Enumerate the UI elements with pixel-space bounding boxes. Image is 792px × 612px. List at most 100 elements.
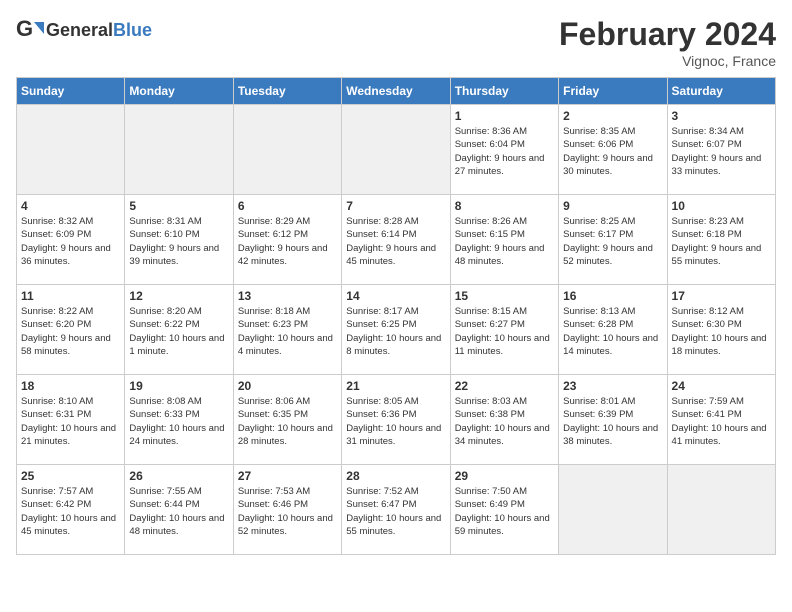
day-info: Sunrise: 8:10 AMSunset: 6:31 PMDaylight:… (21, 395, 120, 448)
day-info: Sunrise: 8:17 AMSunset: 6:25 PMDaylight:… (346, 305, 445, 358)
day-number: 3 (672, 109, 771, 123)
day-info: Sunrise: 8:18 AMSunset: 6:23 PMDaylight:… (238, 305, 337, 358)
calendar-day-cell: 25 Sunrise: 7:57 AMSunset: 6:42 PMDayligh… (17, 465, 125, 555)
calendar-day-cell: 14 Sunrise: 8:17 AMSunset: 6:25 PMDayligh… (342, 285, 450, 375)
calendar-table: SundayMondayTuesdayWednesdayThursdayFrid… (16, 77, 776, 555)
day-number: 17 (672, 289, 771, 303)
calendar-day-cell: 1Sunrise: 8:36 AMSunset: 6:04 PMDaylight… (450, 105, 558, 195)
logo-icon: G (16, 16, 44, 44)
calendar-week-row: 18 Sunrise: 8:10 AMSunset: 6:31 PMDayligh… (17, 375, 776, 465)
calendar-day-cell: 21 Sunrise: 8:05 AMSunset: 6:36 PMDayligh… (342, 375, 450, 465)
day-number: 11 (21, 289, 120, 303)
calendar-day-cell (125, 105, 233, 195)
day-number: 14 (346, 289, 445, 303)
day-info: Sunrise: 7:59 AMSunset: 6:41 PMDaylight:… (672, 395, 771, 448)
calendar-week-row: 4 Sunrise: 8:32 AMSunset: 6:09 PMDaylight… (17, 195, 776, 285)
calendar-day-cell: 7 Sunrise: 8:28 AMSunset: 6:14 PMDaylight… (342, 195, 450, 285)
day-number: 28 (346, 469, 445, 483)
calendar-day-cell: 20 Sunrise: 8:06 AMSunset: 6:35 PMDayligh… (233, 375, 341, 465)
day-info: Sunrise: 8:05 AMSunset: 6:36 PMDaylight:… (346, 395, 445, 448)
day-info: Sunrise: 8:20 AMSunset: 6:22 PMDaylight:… (129, 305, 228, 358)
day-number: 7 (346, 199, 445, 213)
calendar-day-cell (17, 105, 125, 195)
day-info: Sunrise: 8:03 AMSunset: 6:38 PMDaylight:… (455, 395, 554, 448)
calendar-day-cell: 9 Sunrise: 8:25 AMSunset: 6:17 PMDaylight… (559, 195, 667, 285)
calendar-week-row: 11 Sunrise: 8:22 AMSunset: 6:20 PMDayligh… (17, 285, 776, 375)
calendar-day-cell: 11 Sunrise: 8:22 AMSunset: 6:20 PMDayligh… (17, 285, 125, 375)
weekday-header: Saturday (667, 78, 775, 105)
day-info: Sunrise: 8:31 AMSunset: 6:10 PMDaylight:… (129, 215, 228, 268)
day-number: 20 (238, 379, 337, 393)
day-info: Sunrise: 8:25 AMSunset: 6:17 PMDaylight:… (563, 215, 662, 268)
day-number: 19 (129, 379, 228, 393)
day-info: Sunrise: 8:28 AMSunset: 6:14 PMDaylight:… (346, 215, 445, 268)
day-number: 26 (129, 469, 228, 483)
weekday-header: Thursday (450, 78, 558, 105)
day-info: Sunrise: 7:50 AMSunset: 6:49 PMDaylight:… (455, 485, 554, 538)
day-number: 1 (455, 109, 554, 123)
day-info: Sunrise: 8:29 AMSunset: 6:12 PMDaylight:… (238, 215, 337, 268)
day-number: 21 (346, 379, 445, 393)
calendar-day-cell: 27 Sunrise: 7:53 AMSunset: 6:46 PMDayligh… (233, 465, 341, 555)
day-info: Sunrise: 8:12 AMSunset: 6:30 PMDaylight:… (672, 305, 771, 358)
weekday-header: Monday (125, 78, 233, 105)
day-info: Sunrise: 8:26 AMSunset: 6:15 PMDaylight:… (455, 215, 554, 268)
day-info: Sunrise: 8:32 AMSunset: 6:09 PMDaylight:… (21, 215, 120, 268)
calendar-day-cell: 10 Sunrise: 8:23 AMSunset: 6:18 PMDayligh… (667, 195, 775, 285)
calendar-day-cell: 5 Sunrise: 8:31 AMSunset: 6:10 PMDaylight… (125, 195, 233, 285)
day-number: 16 (563, 289, 662, 303)
calendar-day-cell: 13 Sunrise: 8:18 AMSunset: 6:23 PMDayligh… (233, 285, 341, 375)
calendar-day-cell: 28 Sunrise: 7:52 AMSunset: 6:47 PMDayligh… (342, 465, 450, 555)
day-info: Sunrise: 7:52 AMSunset: 6:47 PMDaylight:… (346, 485, 445, 538)
calendar-day-cell: 26 Sunrise: 7:55 AMSunset: 6:44 PMDayligh… (125, 465, 233, 555)
svg-text:G: G (16, 16, 33, 41)
weekday-header: Sunday (17, 78, 125, 105)
calendar-day-cell: 17 Sunrise: 8:12 AMSunset: 6:30 PMDayligh… (667, 285, 775, 375)
day-number: 18 (21, 379, 120, 393)
calendar-day-cell (342, 105, 450, 195)
day-info: Sunrise: 8:01 AMSunset: 6:39 PMDaylight:… (563, 395, 662, 448)
day-number: 27 (238, 469, 337, 483)
day-number: 4 (21, 199, 120, 213)
calendar-day-cell: 3Sunrise: 8:34 AMSunset: 6:07 PMDaylight… (667, 105, 775, 195)
day-info: Sunrise: 8:22 AMSunset: 6:20 PMDaylight:… (21, 305, 120, 358)
day-info: Sunrise: 7:53 AMSunset: 6:46 PMDaylight:… (238, 485, 337, 538)
day-number: 8 (455, 199, 554, 213)
calendar-day-cell (559, 465, 667, 555)
calendar-day-cell: 6Sunrise: 8:29 AMSunset: 6:12 PMDaylight… (233, 195, 341, 285)
month-title: February 2024 (559, 16, 776, 53)
calendar-day-cell (667, 465, 775, 555)
weekday-header: Friday (559, 78, 667, 105)
day-number: 9 (563, 199, 662, 213)
day-info: Sunrise: 8:15 AMSunset: 6:27 PMDaylight:… (455, 305, 554, 358)
day-number: 13 (238, 289, 337, 303)
day-info: Sunrise: 7:57 AMSunset: 6:42 PMDaylight:… (21, 485, 120, 538)
day-info: Sunrise: 8:23 AMSunset: 6:18 PMDaylight:… (672, 215, 771, 268)
day-number: 10 (672, 199, 771, 213)
calendar-day-cell: 23 Sunrise: 8:01 AMSunset: 6:39 PMDayligh… (559, 375, 667, 465)
calendar-day-cell: 16Sunrise: 8:13 AMSunset: 6:28 PMDayligh… (559, 285, 667, 375)
day-info: Sunrise: 7:55 AMSunset: 6:44 PMDaylight:… (129, 485, 228, 538)
weekday-header: Tuesday (233, 78, 341, 105)
weekday-header: Wednesday (342, 78, 450, 105)
calendar-day-cell: 2 Sunrise: 8:35 AMSunset: 6:06 PMDaylight… (559, 105, 667, 195)
day-number: 12 (129, 289, 228, 303)
day-number: 5 (129, 199, 228, 213)
calendar-day-cell: 4 Sunrise: 8:32 AMSunset: 6:09 PMDaylight… (17, 195, 125, 285)
day-number: 23 (563, 379, 662, 393)
day-number: 2 (563, 109, 662, 123)
calendar-day-cell (233, 105, 341, 195)
title-area: February 2024 Vignoc, France (559, 16, 776, 69)
day-info: Sunrise: 8:06 AMSunset: 6:35 PMDaylight:… (238, 395, 337, 448)
calendar-day-cell: 15Sunrise: 8:15 AMSunset: 6:27 PMDayligh… (450, 285, 558, 375)
calendar-day-cell: 19 Sunrise: 8:08 AMSunset: 6:33 PMDayligh… (125, 375, 233, 465)
calendar-day-cell: 18 Sunrise: 8:10 AMSunset: 6:31 PMDayligh… (17, 375, 125, 465)
day-info: Sunrise: 8:08 AMSunset: 6:33 PMDaylight:… (129, 395, 228, 448)
day-info: Sunrise: 8:35 AMSunset: 6:06 PMDaylight:… (563, 125, 662, 178)
location-title: Vignoc, France (559, 53, 776, 69)
day-number: 25 (21, 469, 120, 483)
calendar-day-cell: 29Sunrise: 7:50 AMSunset: 6:49 PMDayligh… (450, 465, 558, 555)
logo-blue: Blue (113, 20, 152, 40)
calendar-week-row: 25 Sunrise: 7:57 AMSunset: 6:42 PMDayligh… (17, 465, 776, 555)
calendar-day-cell: 24Sunrise: 7:59 AMSunset: 6:41 PMDayligh… (667, 375, 775, 465)
